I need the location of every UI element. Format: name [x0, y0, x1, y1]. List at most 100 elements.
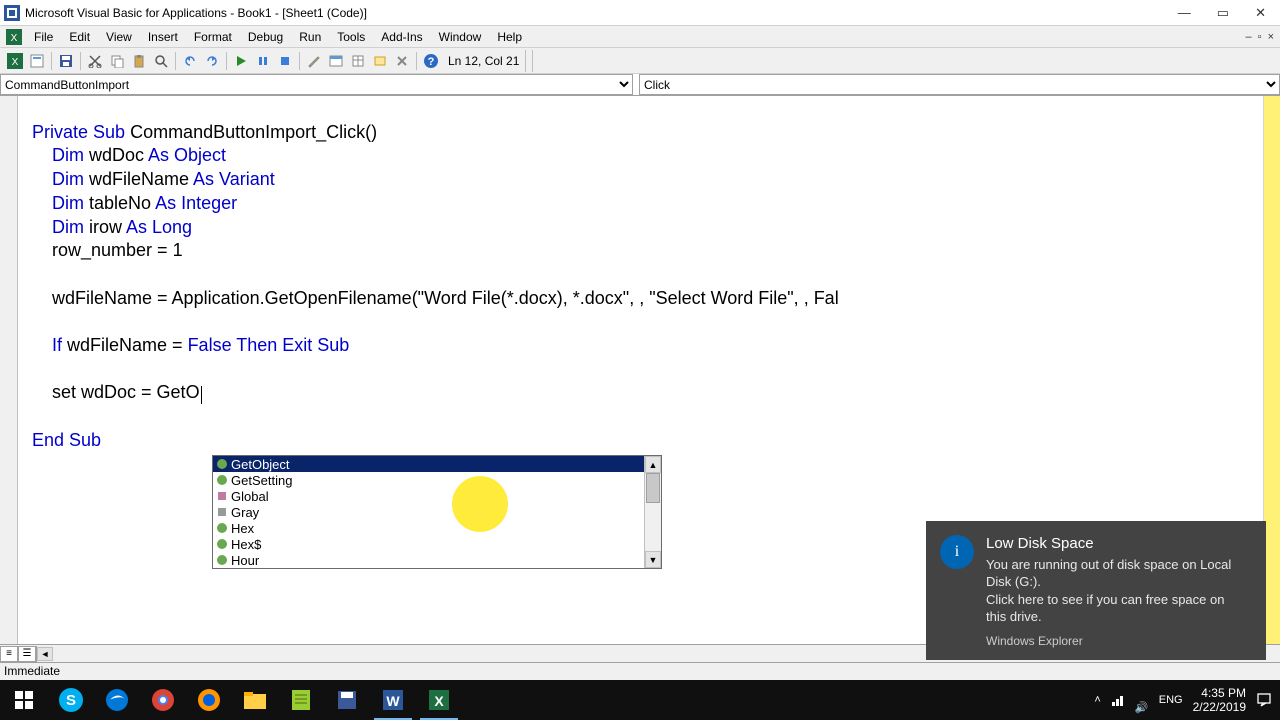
- taskbar-edge-icon[interactable]: [94, 680, 140, 720]
- taskbar-chrome-icon[interactable]: [140, 680, 186, 720]
- break-icon[interactable]: [252, 50, 274, 72]
- scroll-up-icon[interactable]: ▲: [645, 456, 661, 473]
- maximize-button[interactable]: ▭: [1213, 5, 1233, 21]
- properties-icon[interactable]: [347, 50, 369, 72]
- svg-text:X: X: [12, 57, 19, 68]
- taskbar-file-explorer-icon[interactable]: [232, 680, 278, 720]
- undo-icon[interactable]: [179, 50, 201, 72]
- find-icon[interactable]: [150, 50, 172, 72]
- toast-title: Low Disk Space: [986, 535, 1248, 552]
- intellisense-item[interactable]: GetObject: [213, 456, 644, 472]
- mdi-close-button[interactable]: ×: [1268, 31, 1274, 43]
- reset-icon[interactable]: [274, 50, 296, 72]
- svg-text:S: S: [66, 692, 76, 709]
- intellisense-item[interactable]: Hex$: [213, 536, 644, 552]
- scroll-down-icon[interactable]: ▼: [645, 551, 661, 568]
- menu-view[interactable]: View: [98, 28, 140, 46]
- scroll-left-icon[interactable]: ◄: [37, 647, 53, 661]
- taskbar-skype-icon[interactable]: S: [48, 680, 94, 720]
- help-icon[interactable]: ?: [420, 50, 442, 72]
- save-icon[interactable]: [55, 50, 77, 72]
- info-icon: i: [940, 535, 974, 569]
- toast-source: Windows Explorer: [986, 634, 1248, 648]
- method-icon: [215, 553, 229, 567]
- text-caret: [201, 386, 202, 404]
- run-icon[interactable]: [230, 50, 252, 72]
- method-icon: [215, 537, 229, 551]
- svg-text:X: X: [434, 693, 444, 709]
- close-button[interactable]: ✕: [1251, 5, 1270, 21]
- tray-action-center-icon[interactable]: [1256, 692, 1272, 708]
- project-explorer-icon[interactable]: [325, 50, 347, 72]
- method-icon: [215, 473, 229, 487]
- start-button[interactable]: [0, 680, 48, 720]
- method-icon: [215, 521, 229, 535]
- procedure-dropdown[interactable]: Click: [639, 74, 1280, 95]
- tray-network-icon[interactable]: [1111, 693, 1125, 707]
- toolbar-grip[interactable]: [525, 50, 533, 72]
- menu-window[interactable]: Window: [431, 28, 490, 46]
- tray-volume-icon[interactable]: 🔊: [1135, 687, 1149, 714]
- code-margin: [0, 96, 18, 644]
- menu-file[interactable]: File: [26, 28, 61, 46]
- redo-icon[interactable]: [201, 50, 223, 72]
- full-module-view-toggle[interactable]: ☰: [18, 646, 36, 662]
- insert-module-icon[interactable]: [26, 50, 48, 72]
- intellisense-item[interactable]: Hour: [213, 552, 644, 568]
- menu-addins[interactable]: Add-Ins: [373, 28, 430, 46]
- taskbar: S W X ˄ 🔊 ENG 4:35 PM 2/22/2019: [0, 680, 1280, 720]
- copy-icon[interactable]: [106, 50, 128, 72]
- window-title: Microsoft Visual Basic for Applications …: [25, 6, 1174, 20]
- menu-help[interactable]: Help: [489, 28, 530, 46]
- class-icon: [215, 489, 229, 503]
- toolbox-icon[interactable]: [391, 50, 413, 72]
- paste-icon[interactable]: [128, 50, 150, 72]
- immediate-window-header[interactable]: Immediate: [0, 662, 1280, 680]
- mdi-minimize-button[interactable]: –: [1246, 31, 1252, 43]
- menu-bar: X File Edit View Insert Format Debug Run…: [0, 26, 1280, 48]
- intellisense-item[interactable]: Hex: [213, 520, 644, 536]
- menu-run[interactable]: Run: [291, 28, 329, 46]
- excel-host-icon[interactable]: X: [6, 29, 22, 45]
- enum-icon: [215, 505, 229, 519]
- cut-icon[interactable]: [84, 50, 106, 72]
- taskbar-word-icon[interactable]: W: [370, 680, 416, 720]
- taskbar-firefox-icon[interactable]: [186, 680, 232, 720]
- menu-insert[interactable]: Insert: [140, 28, 186, 46]
- low-disk-space-toast[interactable]: i Low Disk Space You are running out of …: [926, 521, 1266, 660]
- cursor-position: Ln 12, Col 21: [448, 54, 519, 68]
- intellisense-item[interactable]: GetSetting: [213, 472, 644, 488]
- svg-text:?: ?: [428, 56, 435, 68]
- taskbar-excel-icon[interactable]: X: [416, 680, 462, 720]
- toast-body: You are running out of disk space on Loc…: [986, 556, 1248, 626]
- svg-text:W: W: [386, 693, 400, 709]
- menu-debug[interactable]: Debug: [240, 28, 291, 46]
- standard-toolbar: X ? Ln 12, Col 21: [0, 48, 1280, 74]
- object-dropdown[interactable]: CommandButtonImport: [0, 74, 633, 95]
- object-browser-icon[interactable]: [369, 50, 391, 72]
- design-mode-icon[interactable]: [303, 50, 325, 72]
- vba-app-icon: [4, 5, 20, 21]
- tray-clock[interactable]: 4:35 PM 2/22/2019: [1193, 686, 1246, 715]
- title-bar: Microsoft Visual Basic for Applications …: [0, 0, 1280, 26]
- menu-edit[interactable]: Edit: [61, 28, 98, 46]
- svg-text:X: X: [11, 33, 18, 44]
- tray-language[interactable]: ENG: [1159, 694, 1183, 706]
- system-tray: ˄ 🔊 ENG 4:35 PM 2/22/2019: [1094, 686, 1280, 715]
- menu-format[interactable]: Format: [186, 28, 240, 46]
- tray-chevron-icon[interactable]: ˄: [1094, 694, 1100, 706]
- object-proc-bar: CommandButtonImport Click: [0, 74, 1280, 96]
- taskbar-save-icon[interactable]: [324, 680, 370, 720]
- view-excel-icon[interactable]: X: [4, 50, 26, 72]
- intellisense-item[interactable]: Gray: [213, 504, 644, 520]
- scroll-thumb[interactable]: [646, 473, 660, 503]
- menu-tools[interactable]: Tools: [329, 28, 373, 46]
- intellisense-scrollbar[interactable]: ▲ ▼: [644, 456, 661, 568]
- minimize-button[interactable]: —: [1174, 5, 1195, 21]
- method-icon: [215, 457, 229, 471]
- intellisense-item[interactable]: Global: [213, 488, 644, 504]
- taskbar-notepadpp-icon[interactable]: [278, 680, 324, 720]
- intellisense-popup: GetObject GetSetting Global Gray Hex Hex…: [212, 455, 662, 569]
- mdi-restore-button[interactable]: ▫: [1258, 31, 1262, 43]
- procedure-view-toggle[interactable]: ≡: [0, 646, 18, 662]
